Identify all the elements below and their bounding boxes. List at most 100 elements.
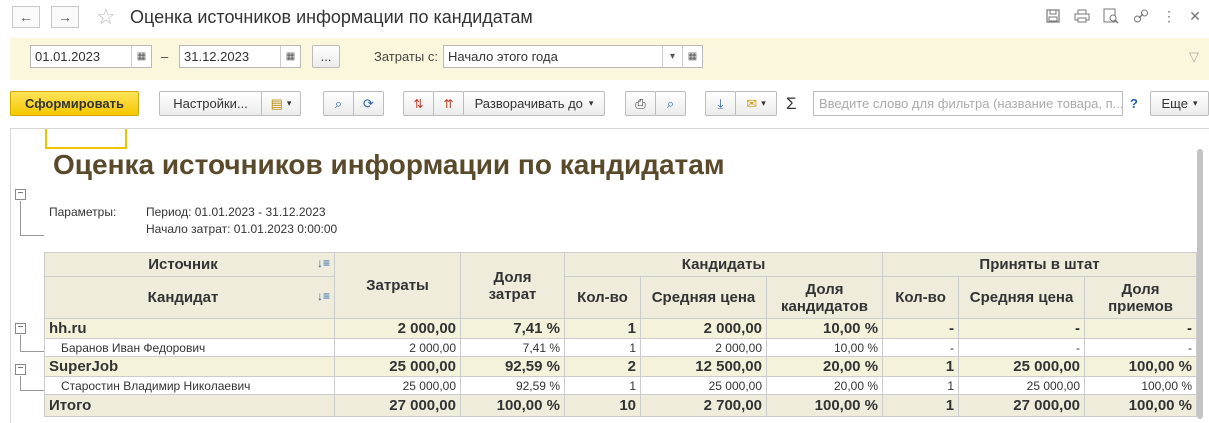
group-line (20, 335, 21, 351)
header-count[interactable]: Кол-во (564, 276, 641, 319)
clipboard-icon: ▤ (270, 95, 283, 111)
find-next-button[interactable]: ⟳ (353, 91, 384, 116)
header-avg-price[interactable]: Средняя цена (640, 276, 767, 319)
more-button[interactable]: Еще ▾ (1150, 91, 1209, 116)
vertical-scrollbar[interactable] (1197, 149, 1203, 419)
settings-button[interactable]: Настройки... (159, 91, 262, 116)
costs-from-value: Начало этого года (448, 49, 558, 64)
search-icon: ⌕ (334, 95, 343, 111)
header-row: Источник ↓≡ Затраты Доля затрат Кандидаты … (44, 252, 1198, 319)
sort-icon: ↓≡ (316, 256, 330, 270)
download-icon: ⤓ (717, 95, 724, 111)
header-cost-share[interactable]: Доля затрат (460, 252, 565, 319)
group-line (20, 235, 44, 236)
header-hired-avg-price[interactable]: Средняя цена (958, 276, 1086, 319)
table-row[interactable]: Баранов Иван Федорович 2 000,00 7,41 % 1… (44, 338, 1198, 357)
chevron-down-icon: ▾ (286, 98, 292, 108)
parameters-panel: 01.01.2023 ▦ – 31.12.2023 ▦ ... Затраты … (10, 38, 1209, 80)
table-row[interactable]: hh.ru 2 000,00 7,41 % 1 2 000,00 10,00 %… (44, 318, 1198, 339)
report-table: Источник ↓≡ Затраты Доля затрат Кандидаты … (44, 252, 1198, 417)
header-row: Кандидат ↓≡ Кол-во Средняя цена Доля канди… (44, 276, 1198, 319)
date-to-value: 31.12.2023 (184, 49, 250, 64)
collapse-group-toggle[interactable]: − (15, 323, 26, 334)
preview-icon[interactable] (1102, 7, 1120, 25)
group-line (20, 351, 44, 352)
expand-to-dropdown[interactable]: Разворачивать до ▾ (463, 91, 605, 116)
report-area: Оценка источников информации по кандидат… (10, 128, 1209, 423)
print-button[interactable]: ⎙ (625, 91, 656, 116)
header-source[interactable]: Источник ↓≡ (44, 252, 335, 277)
group-line (20, 376, 21, 390)
calendar-icon[interactable]: ▦ (280, 46, 300, 67)
generate-label: Сформировать (24, 96, 125, 111)
chevron-down-icon: ▾ (1192, 98, 1198, 108)
search-next-icon: ⟳ (363, 95, 374, 111)
generate-button[interactable]: Сформировать (10, 91, 139, 116)
chevron-down-icon: ▾ (588, 98, 594, 108)
filter-search-input[interactable]: Введите слово для фильтра (название това… (813, 91, 1123, 116)
collapse-group-toggle[interactable]: − (15, 364, 26, 375)
costs-from-select[interactable]: Начало этого года ▾ ▦ (443, 45, 703, 68)
active-cell-marker (45, 129, 127, 149)
header-hired[interactable]: Приняты в штат (882, 252, 1198, 277)
arrow-right-icon: → (58, 9, 72, 25)
date-from-value: 01.01.2023 (35, 49, 101, 64)
back-button[interactable]: ← (12, 6, 40, 28)
date-from-field[interactable]: 01.01.2023 ▦ (30, 45, 152, 68)
close-icon[interactable]: ✕ (1186, 7, 1204, 25)
group-line (20, 390, 44, 391)
save-to-file-button[interactable]: ⤓ (705, 91, 736, 116)
window-title: Оценка источников информации по кандидат… (130, 7, 533, 27)
settings-label: Настройки... (173, 96, 248, 111)
group-line (20, 201, 21, 235)
variants-button[interactable]: ▤ ▾ (261, 91, 301, 116)
report-toolbar: Сформировать Настройки... ▤ ▾ ⌕ ⟳ ⇅ ⇈ Раз… (0, 88, 1209, 122)
calendar-icon[interactable]: ▦ (682, 46, 702, 67)
print-preview-icon: ⌕ (666, 95, 675, 111)
collapse-all-icon: ⇈ (443, 96, 454, 111)
period-select-button[interactable]: ... (312, 45, 340, 68)
header-hire-share[interactable]: Доля приемов (1084, 276, 1198, 319)
header-cand-share[interactable]: Доля кандидатов (765, 276, 884, 319)
expand-all-button[interactable]: ⇅ (403, 91, 434, 116)
more-vertical-icon[interactable]: ⋮ (1160, 7, 1178, 25)
sort-icon: ↓≡ (316, 289, 330, 303)
collapse-params-toggle[interactable]: − (15, 189, 26, 200)
print-preview-button[interactable]: ⌕ (655, 91, 686, 116)
header-candidate[interactable]: Кандидат ↓≡ (44, 276, 335, 319)
envelope-icon: ✉ (746, 95, 758, 111)
send-email-button[interactable]: ✉ ▾ (735, 91, 777, 116)
filter-icon[interactable]: ▽ (1189, 49, 1199, 65)
arrow-left-icon: ← (19, 9, 33, 25)
more-label: Еще (1161, 96, 1188, 111)
header-costs[interactable]: Затраты (334, 252, 461, 319)
header-hired-count[interactable]: Кол-во (882, 276, 960, 319)
costs-start-text: Начало затрат: 01.01.2023 0:00:00 (146, 222, 338, 236)
period-text: Период: 01.01.2023 - 31.12.2023 (146, 205, 326, 219)
total-row[interactable]: Итого 27 000,00 100,00 % 10 2 700,00 100… (44, 394, 1198, 417)
report-title: Оценка источников информации по кандидат… (53, 149, 725, 180)
header-candidates[interactable]: Кандидаты (563, 252, 884, 277)
collapse-all-button[interactable]: ⇈ (433, 91, 464, 116)
date-dash: – (161, 49, 169, 64)
link-icon[interactable] (1132, 7, 1150, 25)
expand-all-icon: ⇅ (413, 96, 424, 111)
forward-button[interactable]: → (51, 6, 79, 28)
print-icon[interactable] (1073, 7, 1091, 25)
save-icon[interactable] (1044, 7, 1062, 25)
date-to-field[interactable]: 31.12.2023 ▦ (179, 45, 301, 68)
find-button[interactable]: ⌕ (323, 91, 354, 116)
chevron-down-icon: ▾ (761, 98, 766, 108)
chevron-down-icon[interactable]: ▾ (662, 46, 682, 67)
params-label: Параметры: (49, 205, 117, 219)
table-row[interactable]: Старостин Владимир Николаевич 25 000,00 … (44, 376, 1198, 395)
print-icon: ⎙ (635, 95, 646, 111)
ellipsis-label: ... (320, 49, 332, 64)
calendar-icon[interactable]: ▦ (131, 46, 151, 67)
help-icon[interactable]: ? (1130, 96, 1138, 111)
expand-to-label: Разворачивать до (474, 96, 583, 111)
sum-icon[interactable]: Σ (786, 94, 797, 114)
title-bar: ← → ☆ Оценка источников информации по ка… (0, 0, 1209, 36)
favorite-star-icon[interactable]: ☆ (96, 4, 116, 30)
table-row[interactable]: SuperJob 25 000,00 92,59 % 2 12 500,00 2… (44, 356, 1198, 377)
